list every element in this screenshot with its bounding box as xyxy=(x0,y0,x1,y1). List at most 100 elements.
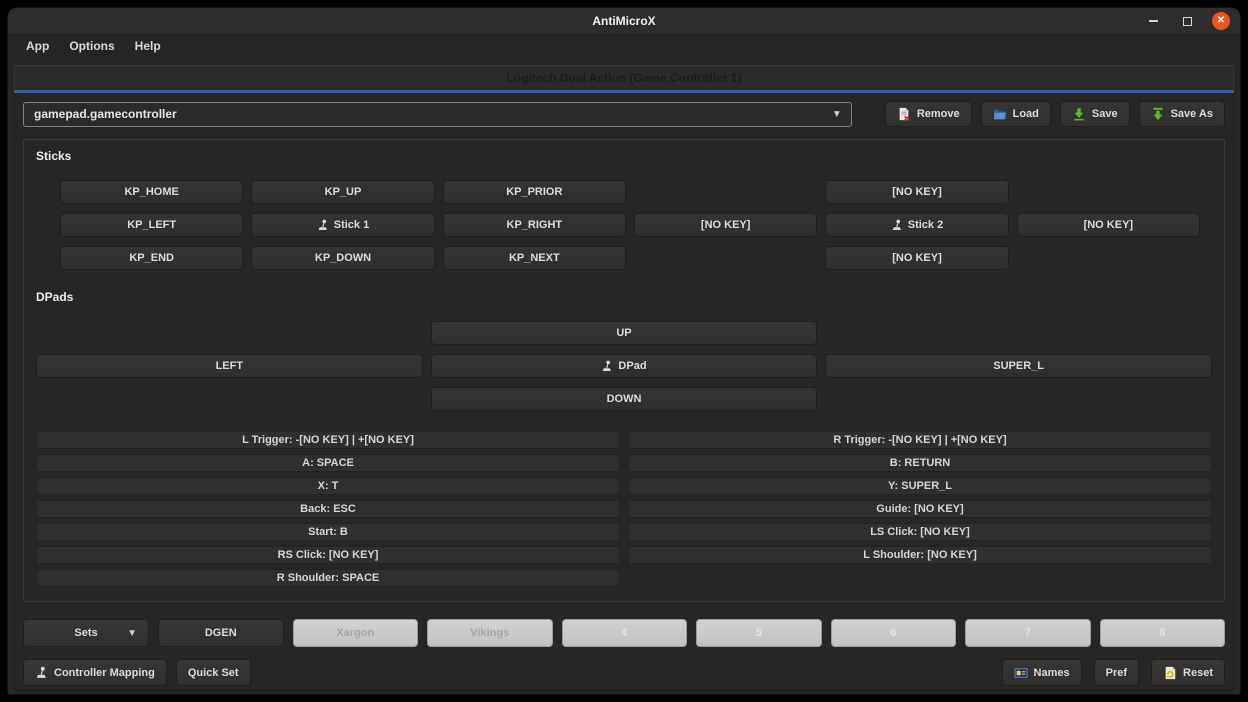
window-controls: ✕ xyxy=(1144,8,1230,34)
x-button[interactable]: X: T xyxy=(36,477,620,495)
controller-tab-area: Logitech Dual Action (Game Controller 1)… xyxy=(14,65,1234,691)
stick2-left-button[interactable]: [NO KEY] xyxy=(634,213,817,237)
stick1-down-right-button[interactable]: KP_NEXT xyxy=(443,246,626,270)
y-button[interactable]: Y: SUPER_L xyxy=(628,477,1212,495)
pref-button[interactable]: Pref xyxy=(1094,659,1139,686)
controller-mapping-button[interactable]: Controller Mapping xyxy=(23,659,167,686)
sets-row: Sets ▼ DGEN Xargon Vikings 4 5 6 7 8 xyxy=(23,619,1225,647)
joystick-icon xyxy=(601,360,613,372)
stick1-button[interactable]: Stick 1 xyxy=(251,213,434,237)
stick1-up-right-button[interactable]: KP_PRIOR xyxy=(443,180,626,204)
names-icon xyxy=(1014,666,1028,680)
set-tab-6[interactable]: 6 xyxy=(831,619,957,647)
dpad-label: DPad xyxy=(618,360,646,372)
set-tab-2[interactable]: Xargon xyxy=(293,619,419,647)
stick2-up-button[interactable]: [NO KEY] xyxy=(825,180,1008,204)
save-as-icon xyxy=(1151,107,1165,121)
sets-dropdown-button[interactable]: Sets ▼ xyxy=(23,619,149,647)
remove-button-label: Remove xyxy=(917,108,960,120)
stick2-button[interactable]: Stick 2 xyxy=(825,213,1008,237)
save-button[interactable]: Save xyxy=(1060,101,1130,127)
tab-controller[interactable]: Logitech Dual Action (Game Controller 1) xyxy=(14,65,1234,93)
reset-icon xyxy=(1163,666,1177,680)
dpad-right-button[interactable]: SUPER_L xyxy=(825,354,1212,378)
stick1-down-button[interactable]: KP_DOWN xyxy=(251,246,434,270)
dpad-down-button[interactable]: DOWN xyxy=(431,387,818,411)
stick1-left-button[interactable]: KP_LEFT xyxy=(60,213,243,237)
profile-select-value: gamepad.gamecontroller xyxy=(34,107,177,121)
maximize-icon xyxy=(1183,17,1192,26)
stick1-label: Stick 1 xyxy=(334,219,369,231)
controller-mapping-label: Controller Mapping xyxy=(54,667,155,679)
dpad-up-button[interactable]: UP xyxy=(431,321,818,345)
r-trigger-button[interactable]: R Trigger: -[NO KEY] | +[NO KEY] xyxy=(628,431,1212,449)
names-button[interactable]: Names xyxy=(1002,659,1082,686)
set-tab-1[interactable]: DGEN xyxy=(158,619,284,647)
l-shoulder-button[interactable]: L Shoulder: [NO KEY] xyxy=(628,546,1212,564)
chevron-down-icon: ▼ xyxy=(832,109,842,120)
minimize-icon xyxy=(1149,20,1158,22)
stick2-right-button[interactable]: [NO KEY] xyxy=(1017,213,1200,237)
assignments-right-column: R Trigger: -[NO KEY] | +[NO KEY] B: RETU… xyxy=(628,431,1212,564)
button-assignments: L Trigger: -[NO KEY] | +[NO KEY] A: SPAC… xyxy=(36,431,1212,587)
profile-row: gamepad.gamecontroller ▼ Remove L xyxy=(23,101,1225,127)
guide-button[interactable]: Guide: [NO KEY] xyxy=(628,500,1212,518)
load-button[interactable]: Load xyxy=(981,101,1051,127)
save-as-button[interactable]: Save As xyxy=(1139,101,1225,127)
l-trigger-button[interactable]: L Trigger: -[NO KEY] | +[NO KEY] xyxy=(36,431,620,449)
assignments-left-column: L Trigger: -[NO KEY] | +[NO KEY] A: SPAC… xyxy=(36,431,620,587)
joystick-icon xyxy=(891,219,903,231)
load-button-label: Load xyxy=(1013,108,1039,120)
profile-select[interactable]: gamepad.gamecontroller ▼ xyxy=(23,102,852,127)
stick2-down-button[interactable]: [NO KEY] xyxy=(825,246,1008,270)
quick-set-button[interactable]: Quick Set xyxy=(176,659,251,686)
names-button-label: Names xyxy=(1034,667,1070,679)
menu-help[interactable]: Help xyxy=(125,37,171,55)
controller-tab-label: Logitech Dual Action (Game Controller 1) xyxy=(507,71,742,85)
minimize-button[interactable] xyxy=(1144,12,1162,30)
remove-button[interactable]: Remove xyxy=(885,101,972,127)
set-tab-7[interactable]: 7 xyxy=(965,619,1091,647)
reset-button-label: Reset xyxy=(1183,667,1213,679)
save-icon xyxy=(1072,107,1086,121)
rs-click-button[interactable]: RS Click: [NO KEY] xyxy=(36,546,620,564)
dpads-section-label: DPads xyxy=(36,290,1212,304)
set-tab-4[interactable]: 4 xyxy=(562,619,688,647)
pref-button-label: Pref xyxy=(1106,667,1127,679)
stick1-down-left-button[interactable]: KP_END xyxy=(60,246,243,270)
controller-pane: gamepad.gamecontroller ▼ Remove L xyxy=(14,93,1234,691)
dpads-grid: UP LEFT DPad SUPER_L DOWN xyxy=(36,321,1212,411)
mappings-frame: Sticks KP_HOME KP_UP KP_PRIOR [NO KEY] K… xyxy=(23,139,1225,602)
start-button[interactable]: Start: B xyxy=(36,523,620,541)
close-button[interactable]: ✕ xyxy=(1212,12,1230,30)
save-as-button-label: Save As xyxy=(1171,108,1213,120)
app-window: AntiMicroX ✕ App Options Help Logitech D… xyxy=(8,8,1240,694)
remove-icon xyxy=(897,107,911,121)
joystick-icon xyxy=(35,666,48,679)
maximize-button[interactable] xyxy=(1178,12,1196,30)
menu-options[interactable]: Options xyxy=(59,37,124,55)
sticks-section-label: Sticks xyxy=(36,149,1212,163)
dpad-button[interactable]: DPad xyxy=(431,354,818,378)
stick2-label: Stick 2 xyxy=(908,219,943,231)
b-button[interactable]: B: RETURN xyxy=(628,454,1212,472)
window-title: AntiMicroX xyxy=(592,14,655,28)
stick1-up-left-button[interactable]: KP_HOME xyxy=(60,180,243,204)
set-tab-3[interactable]: Vikings xyxy=(427,619,553,647)
folder-open-icon xyxy=(993,107,1007,121)
back-button[interactable]: Back: ESC xyxy=(36,500,620,518)
r-shoulder-button[interactable]: R Shoulder: SPACE xyxy=(36,569,620,587)
quick-set-label: Quick Set xyxy=(188,667,239,679)
a-button[interactable]: A: SPACE xyxy=(36,454,620,472)
menu-app[interactable]: App xyxy=(16,37,59,55)
set-tab-5[interactable]: 5 xyxy=(696,619,822,647)
ls-click-button[interactable]: LS Click: [NO KEY] xyxy=(628,523,1212,541)
stick1-up-button[interactable]: KP_UP xyxy=(251,180,434,204)
titlebar: AntiMicroX ✕ xyxy=(8,8,1240,35)
set-tab-8[interactable]: 8 xyxy=(1100,619,1226,647)
dpad-left-button[interactable]: LEFT xyxy=(36,354,423,378)
footer-row: Controller Mapping Quick Set Names Pref xyxy=(23,659,1225,686)
save-button-label: Save xyxy=(1092,108,1118,120)
reset-button[interactable]: Reset xyxy=(1151,659,1225,686)
stick1-right-button[interactable]: KP_RIGHT xyxy=(443,213,626,237)
